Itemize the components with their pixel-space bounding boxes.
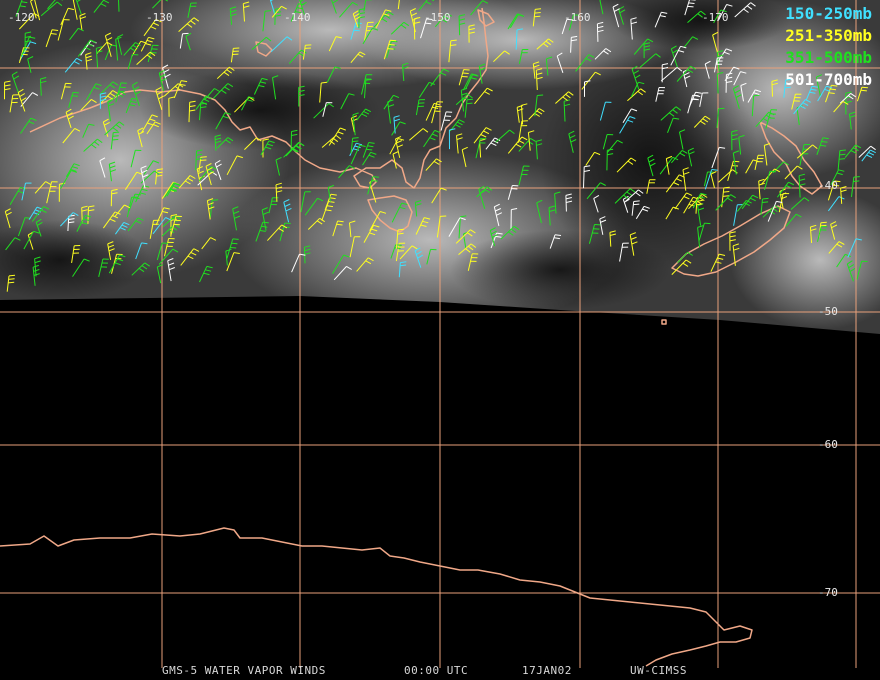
antarctica-coastline <box>0 527 753 667</box>
wind-barb-flag <box>535 8 542 10</box>
wind-barb-flag <box>371 180 378 182</box>
wind-barb-flag <box>353 29 360 32</box>
wind-barb-flag <box>537 94 544 96</box>
wind-barb-flag <box>860 89 867 92</box>
wind-barb-shaft <box>458 15 461 36</box>
lat-label: -60 <box>818 438 838 451</box>
wind-barb-flag <box>853 180 860 182</box>
wind-barb-flag <box>466 102 473 105</box>
wind-barb-flag <box>820 221 827 224</box>
wind-barb-flag <box>722 195 729 197</box>
lon-label: -130 <box>146 11 173 24</box>
wind-barb-flag <box>466 98 473 101</box>
wind-barb-flag <box>633 200 640 202</box>
wind-barb-flag <box>450 44 457 46</box>
wind-barb-flag <box>839 158 846 160</box>
wind-barb-flag <box>839 149 846 152</box>
lon-label: -160 <box>564 11 591 24</box>
wind-barb-flag <box>387 48 394 50</box>
wind-barb-flag <box>8 278 15 280</box>
wind-barb-flag <box>397 228 404 231</box>
wind-barb-flag <box>554 234 562 236</box>
legend-item-501-700mb: 501-700mb <box>785 70 872 89</box>
wind-barb-flag <box>839 153 846 156</box>
wind-barb-shaft <box>188 102 191 123</box>
wind-barb-flag <box>388 43 395 46</box>
footer-source: UW-CIMSS <box>630 664 687 677</box>
wind-barb-flag <box>769 170 777 173</box>
wind-barb-shaft <box>570 37 572 53</box>
wind-barb-flag <box>232 238 239 240</box>
wind-barb-flag <box>200 102 207 105</box>
wind-barb-flag <box>8 281 15 284</box>
wind-barb-flag <box>820 224 827 227</box>
footer-date: 17JAN02 <box>522 664 572 677</box>
lat-label: -50 <box>818 305 838 318</box>
wind-barb-flag <box>534 12 541 14</box>
wind-barb-flag <box>462 72 469 74</box>
wind-barb-flag <box>723 191 730 193</box>
wind-barb-flag <box>336 223 343 226</box>
wind-barb-flag <box>762 197 769 200</box>
wind-barb-flag <box>534 15 541 18</box>
wind-barb-flag <box>391 40 398 43</box>
wind-barb-flag <box>633 203 640 206</box>
wind-barb-flag <box>853 176 860 178</box>
wind-barb-flag <box>156 174 163 177</box>
wind-barb-flag <box>112 138 119 141</box>
wind-barb-flag <box>230 247 237 249</box>
wind-barb-flag <box>389 39 397 42</box>
wind-barb-flag <box>8 274 16 277</box>
wind-barb-shaft <box>596 23 599 42</box>
wind-barb-flag <box>337 220 344 223</box>
legend-item-351-500mb: 351-500mb <box>785 48 872 67</box>
footer-time: 00:00 UTC <box>404 664 469 677</box>
wind-barb-flag <box>762 201 769 203</box>
wind-barb-flag <box>231 242 238 245</box>
wind-barb-flag <box>113 131 120 134</box>
footer-satellite: GMS-5 WATER VAPOR WINDS <box>162 664 326 677</box>
wind-barb-flag <box>718 107 725 110</box>
wind-barb-flag <box>71 95 79 97</box>
island-coastline <box>661 319 667 325</box>
wind-barb-flag <box>372 176 379 178</box>
wind-barb-flag <box>688 2 695 4</box>
wind-barb-flag <box>704 222 711 225</box>
wind-barb-flag <box>723 186 730 189</box>
lon-label: -150 <box>424 11 451 24</box>
lat-label: -40 <box>818 179 838 192</box>
wind-barb-shaft <box>565 195 567 212</box>
wind-barb-flag <box>72 91 79 94</box>
wind-barb-flag <box>687 5 694 8</box>
lon-label: -140 <box>284 11 311 24</box>
wind-barb-flag <box>264 10 272 12</box>
wind-barb-flag <box>352 140 359 143</box>
wind-barb-flag <box>450 39 457 42</box>
satellite-wind-map: -120 -130 -140 -150 -160 -170 -40 -50 -6… <box>0 0 880 680</box>
map-canvas: -120 -130 -140 -150 -160 -170 -40 -50 -6… <box>0 0 880 668</box>
wind-barb-flag <box>212 199 219 201</box>
wind-barb-shaft <box>583 166 585 189</box>
lon-label: -120 <box>8 11 35 24</box>
wind-barb-flag <box>200 156 207 158</box>
wind-barb-flag <box>112 135 119 137</box>
lat-label: -70 <box>818 586 838 599</box>
wind-barb-flag <box>352 137 359 139</box>
legend-item-150-250mb: 150-250mb <box>785 4 872 23</box>
wind-barb-flag <box>156 168 163 171</box>
wind-barb-shaft <box>771 81 773 97</box>
wind-barb-shaft <box>87 206 89 224</box>
lon-label: -170 <box>702 11 729 24</box>
wind-barb-flag <box>711 169 718 171</box>
legend-item-251-350mb: 251-350mb <box>785 26 872 45</box>
